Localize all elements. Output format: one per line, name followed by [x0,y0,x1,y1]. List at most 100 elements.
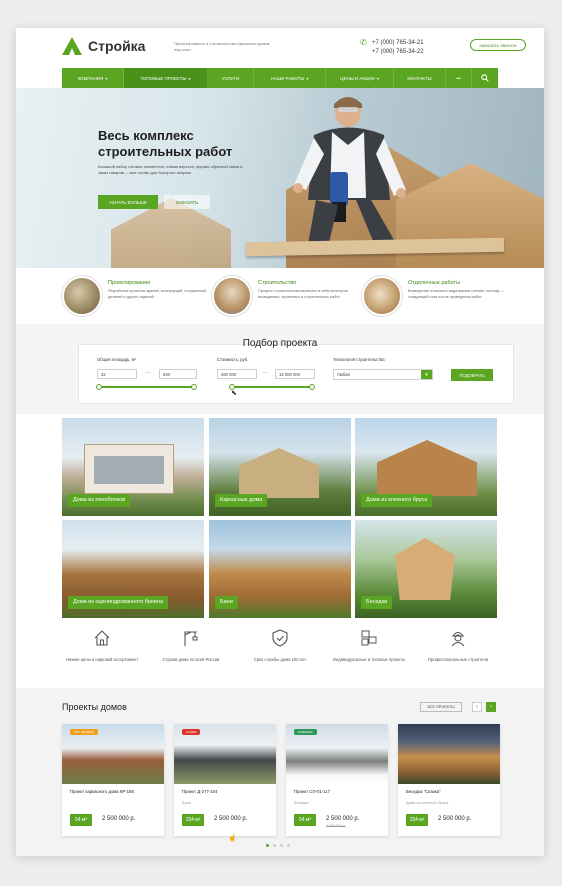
chevron-left-icon: ‹ [476,704,478,710]
hero-title: Весь комплекс строительных работ [98,128,233,159]
projects-next-button[interactable]: › [486,702,496,712]
service-construction-image [212,276,252,316]
nav-search-button[interactable] [472,68,498,88]
chevron-down-icon: ▾ [188,75,191,81]
category-label: Каркасные дома [215,494,268,507]
cost-slider-max-handle[interactable] [309,384,315,390]
category-label: Дома из клееного бруса [361,494,433,507]
project-area: 154 м² [182,814,204,826]
all-projects-button[interactable]: Все проекты [420,702,462,712]
phone-primary[interactable]: +7 (000) 765-34-21 [372,39,424,48]
area-slider-track [99,386,195,388]
builder-icon [451,631,465,647]
category-frame-houses[interactable]: Каркасные дома [209,418,351,516]
projects-pager-dot[interactable] [287,844,290,847]
nav-item-our-works[interactable]: Наши работы ▾ [254,68,326,88]
projects-section: Проекты домов Все проекты ‹ › Хит продаж… [16,688,544,856]
page: Стройка Проектирование и строительство к… [16,28,544,856]
area-to-input[interactable]: 540 [159,369,197,379]
area-slider-max-handle[interactable] [191,384,197,390]
project-area: 54 м² [70,814,92,826]
category-label: Беседки [361,596,393,609]
phone-secondary[interactable]: +7 (000) 765-34-22 [372,48,424,57]
service-construction[interactable]: Строительство Процесс строительства вклю… [212,276,362,326]
category-log-houses[interactable]: Дома из оцилиндрованного бревна [62,520,204,618]
nav-item-typical-projects[interactable]: Типовые проекты ▾ [124,68,208,88]
projects-pager-dot[interactable] [266,844,269,847]
nav-item-prices[interactable]: Цены и акции ▾ [326,68,394,88]
feature-text: Индивидуальные и типовые проекты [332,657,406,662]
callback-button[interactable]: Заказать звонок [470,39,526,51]
project-card[interactable]: Новинка Проект СП-01-117 Беседка 54 м² 2… [286,724,388,836]
feature-item: Срок службы дома 100 лет [240,628,320,663]
nav-item-contacts[interactable]: Контакты [394,68,446,88]
category-window-shape [94,456,164,484]
nav-item-label: Наши работы [270,75,305,81]
hero-text: Большой набор готовых элементов, гибкая … [98,164,243,175]
category-label: Бани [215,596,238,609]
house-icon [94,630,110,646]
nav-item-more[interactable]: ••• [446,68,472,88]
cost-to-input[interactable]: 15 000 000 [275,369,315,379]
service-finishing-image [362,276,402,316]
area-slider-min-handle[interactable] [96,384,102,390]
project-card[interactable]: Хит продаж Проект каркасного дома КР-156… [62,724,164,836]
service-title: Проектирование [108,280,151,286]
feature-item: Индивидуальные и типовые проекты [329,628,409,663]
project-card[interactable]: Беседка "Сказка" Дома из клееного бруса … [398,724,500,836]
feature-text: Срок службы дома 100 лет [253,657,307,662]
service-text: Разработка проектов зданий, конструкций,… [108,289,207,299]
logo[interactable]: Стройка [62,37,145,55]
service-finishing[interactable]: Отделочные работы Возведение отличного в… [362,276,512,326]
nav-item-services[interactable]: Услуги [208,68,254,88]
project-price: 2 500 000 р. [102,816,136,822]
mouse-cursor-icon: ⬉ [231,390,237,397]
category-gazebos[interactable]: Беседки [355,520,497,618]
chevron-down-icon: ▾ [105,75,108,81]
project-name: Проект Д-277-104 [182,789,218,794]
area-label: Общая площадь, м² [97,357,136,362]
feature-item: Профессиональные строители [418,628,498,663]
phones: ✆ +7 (000) 765-34-21 +7 (000) 765-34-22 [360,39,424,57]
project-card[interactable]: Акция Проект Д-277-104 Баня 154 м² 2 500… [174,724,276,842]
filter-box: Общая площадь, м² 32 — 540 Стоимость, ру… [78,344,514,404]
phone-icon: ✆ [360,38,367,47]
hero-worker-image [293,97,406,255]
project-image [398,724,500,784]
feature-text: Низкие цены и широкий ассортимент [65,657,139,662]
cost-from-input[interactable]: 460 000 [217,369,257,379]
order-button[interactable]: Заказать [164,195,210,209]
range-dash: — [145,370,150,376]
category-foam-block-houses[interactable]: Дома из пеноблоков [62,418,204,516]
hand-cursor-icon: ☝ [228,835,237,842]
crane-icon [184,631,198,646]
projects-pager-dot[interactable] [280,844,283,847]
category-glued-beam-houses[interactable]: Дома из клееного бруса [355,418,497,516]
filter-submit-button[interactable]: Подобрать [451,369,493,381]
project-old-price: 3 500 000 р. [326,824,346,828]
category-bathhouses[interactable]: Бани [209,520,351,618]
tagline: Проектирование и строительство каркасных… [174,41,270,52]
tech-select[interactable]: Любая ▾ [333,369,433,380]
logo-icon [62,37,82,55]
hero-banner: Весь комплекс строительных работ Большой… [16,88,544,268]
chevron-down-icon: ▾ [421,370,432,379]
nav-item-company[interactable]: Компания ▾ [62,68,124,88]
project-subtitle: Дома из клееного бруса [406,801,449,805]
service-text: Возведение отличного вида вашим стенам, … [408,289,505,299]
project-badge: Новинка [294,729,317,735]
learn-more-button[interactable]: Узнать больше [98,195,158,209]
service-design-image [62,276,102,316]
projects-pager-dot[interactable] [273,844,276,847]
brand-name: Стройка [88,38,146,54]
cost-slider-track [232,386,312,388]
service-text: Процесс строительства включает в себя ка… [258,289,348,299]
tech-label: Технология строительства [333,357,385,362]
category-label: Дома из оцилиндрованного бревна [68,596,169,609]
projects-prev-button[interactable]: ‹ [472,702,482,712]
area-from-input[interactable]: 32 [97,369,137,379]
project-price: 2 500 000 р. [214,816,248,822]
service-design[interactable]: Проектирование Разработка проектов здани… [62,276,212,326]
projects-title: Проекты домов [62,702,127,712]
feature-item: Низкие цены и широкий ассортимент [62,628,142,663]
